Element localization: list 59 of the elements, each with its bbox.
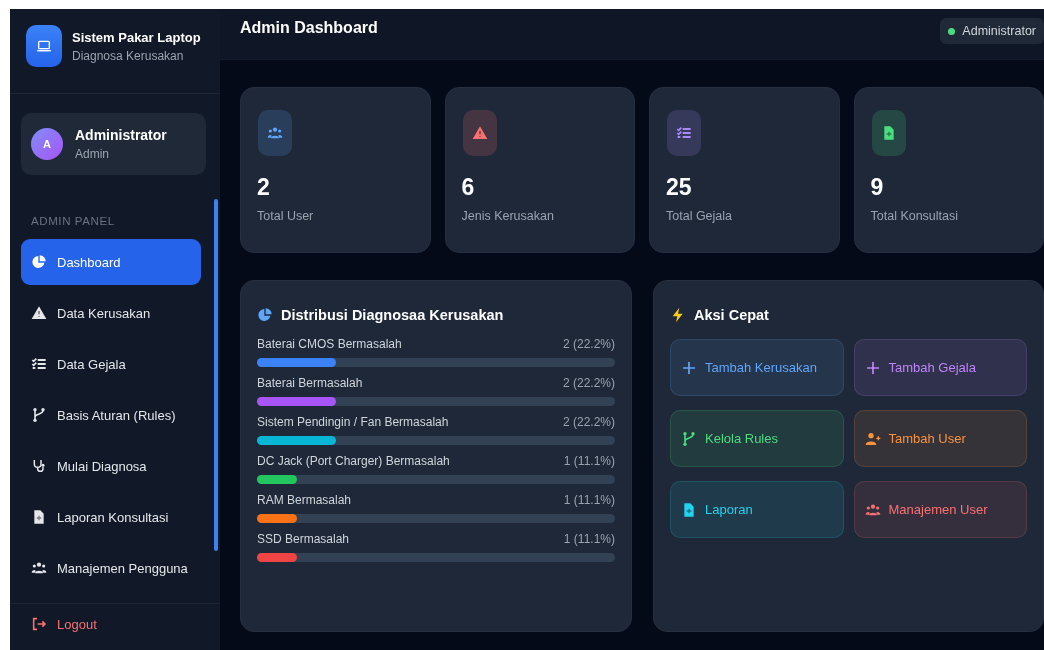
item-name: Sistem Pendingin / Fan Bermasalah [257, 415, 449, 429]
item-name: Baterai Bermasalah [257, 376, 363, 390]
quick-action-button[interactable]: Laporan [670, 481, 844, 538]
nav-item[interactable]: Laporan Konsultasi [21, 494, 201, 540]
nav-item[interactable]: Manajemen Pengguna [21, 545, 201, 591]
item-count: 2 (22.2%) [562, 337, 615, 351]
page-title: Admin Dashboard [240, 19, 378, 37]
nav-item[interactable]: Dashboard [21, 239, 201, 285]
item-count: 2 (22.2%) [562, 415, 615, 429]
scrollbar[interactable] [214, 199, 218, 551]
section-label: ADMIN PANEL [31, 215, 116, 227]
pie-chart-icon [257, 307, 273, 323]
nav-item[interactable]: Mulai Diagnosa [21, 443, 201, 489]
stat-value: 6 [461, 174, 476, 201]
stethoscope-icon [31, 458, 47, 474]
users-icon [31, 560, 47, 576]
document-icon [681, 501, 697, 518]
branch-icon [681, 430, 697, 447]
plus-icon [681, 359, 697, 376]
stat-label: Total Konsultasi [870, 209, 960, 223]
item-count: 1 (11.1%) [563, 532, 615, 546]
item-name: Baterai CMOS Bermasalah [257, 337, 402, 351]
quick-action-button[interactable]: Manajemen User [853, 481, 1027, 538]
pie-chart-icon [31, 254, 47, 270]
item-count: 2 (22.2%) [562, 376, 615, 390]
nav-item[interactable]: Data Gejala [21, 341, 201, 387]
checklist-icon [31, 356, 47, 372]
quick-action-button[interactable]: Tambah User [853, 410, 1027, 467]
item-name: SSD Bermasalah [257, 532, 350, 546]
nav-item[interactable]: Data Kerusakan [21, 290, 201, 336]
app-title: Sistem Pakar Laptop [72, 29, 201, 45]
quick-action-button[interactable]: Tambah Kerusakan [670, 339, 844, 396]
plus-icon [864, 359, 881, 376]
item-name: RAM Bermasalah [257, 493, 352, 507]
stat-value: 25 [666, 174, 693, 201]
nav-item[interactable]: Basis Aturan (Rules) [21, 392, 201, 438]
stat-label: Total Gejala [666, 209, 733, 223]
quick-action-button[interactable]: Tambah Gejala [853, 339, 1027, 396]
app-subtitle: Diagnosa Kerusakan [72, 48, 185, 63]
stat-value: 2 [257, 174, 271, 201]
branch-icon [31, 407, 47, 423]
stat-label: Jenis Kerusakan [461, 209, 555, 223]
item-count: 1 (11.1%) [563, 454, 615, 468]
panel-title: Distribusi Diagnosaa Kerusakan [281, 307, 504, 323]
document-icon [31, 509, 47, 525]
laptop-icon [36, 38, 52, 54]
user-role: Admin [75, 147, 110, 161]
stat-label: Total User [257, 209, 315, 223]
item-count: 1 (11.1%) [563, 493, 615, 507]
panel-title: Aksi Cepat [694, 307, 769, 323]
user-name: Administrator [75, 127, 167, 143]
status-label: Administrator [962, 24, 1036, 38]
warning-icon [31, 305, 47, 321]
avatar: A [31, 128, 63, 160]
item-name: DC Jack (Port Charger) Bermasalah [257, 454, 450, 468]
logout-icon [31, 616, 47, 632]
stat-value: 9 [870, 174, 885, 201]
quick-action-button[interactable]: Kelola Rules [670, 410, 844, 467]
user-plus-icon [864, 430, 881, 447]
